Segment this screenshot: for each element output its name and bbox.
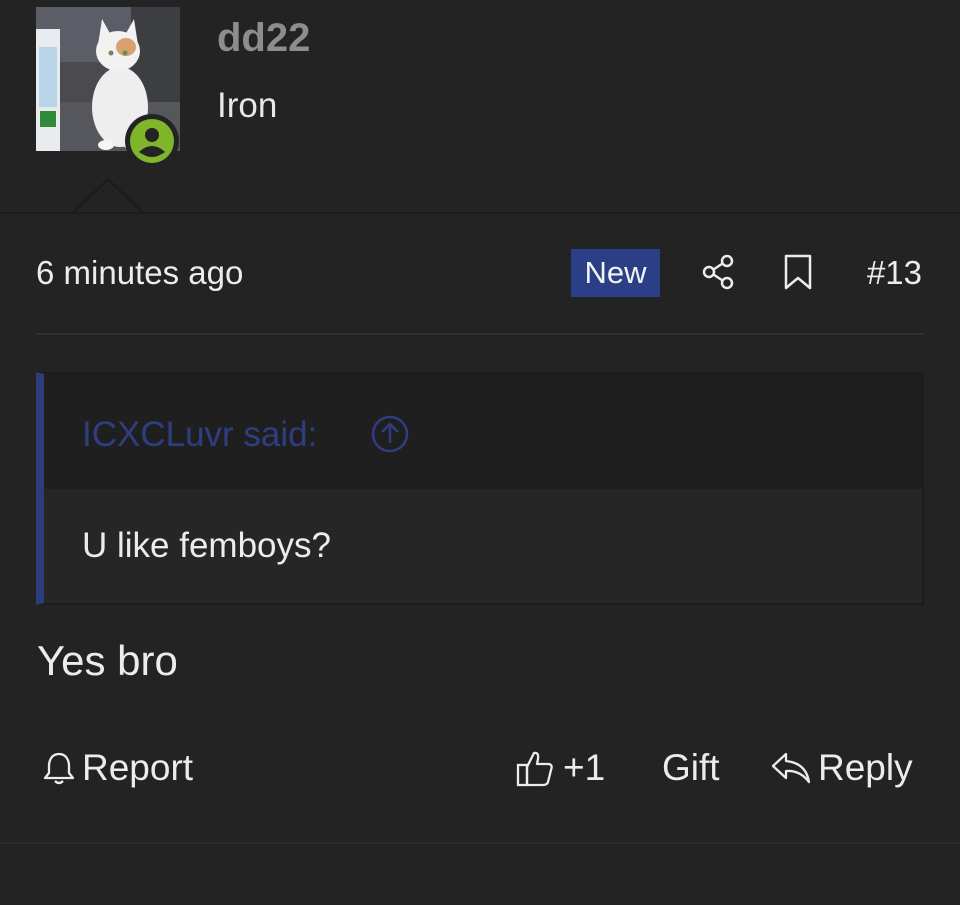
share-icon[interactable] [700,254,736,290]
report-button[interactable]: Report [42,744,193,792]
attribution-divider [36,333,924,335]
user-title: Iron [217,86,278,125]
gift-label: Gift [662,747,720,788]
message-bottom-divider [0,842,960,844]
gift-button[interactable]: Gift [662,744,720,792]
quote-header: ICXCLuvr said: [44,374,922,489]
reply-arrow-icon [771,752,811,784]
bookmark-icon[interactable] [783,254,813,290]
message-timestamp[interactable]: 6 minutes ago [36,254,243,292]
thumbs-up-icon [516,751,553,787]
reply-button[interactable]: Reply [770,744,913,792]
bell-icon [43,752,75,785]
user-online-icon [139,128,165,157]
message-container: 6 minutes ago New #13 ICXCLuvr said: U l… [0,214,960,842]
quote-text: U like femboys? [82,526,331,565]
username[interactable]: dd22 [217,16,310,61]
message-arrow-decoration [73,179,143,214]
user-header: dd22 Iron [0,0,960,214]
new-badge: New [571,249,660,297]
like-count: +1 [563,747,606,788]
quote-block: ICXCLuvr said: U like femboys? [36,372,924,605]
quote-author-link[interactable]: ICXCLuvr said: [82,415,317,455]
post-number-link[interactable]: #13 [867,254,922,292]
online-status-badge [125,114,179,168]
arrow-circle-up-icon[interactable] [370,414,410,454]
reply-label: Reply [818,747,913,788]
message-body: Yes bro [37,637,178,684]
like-button[interactable]: +1 [515,744,605,792]
report-label: Report [82,747,194,788]
